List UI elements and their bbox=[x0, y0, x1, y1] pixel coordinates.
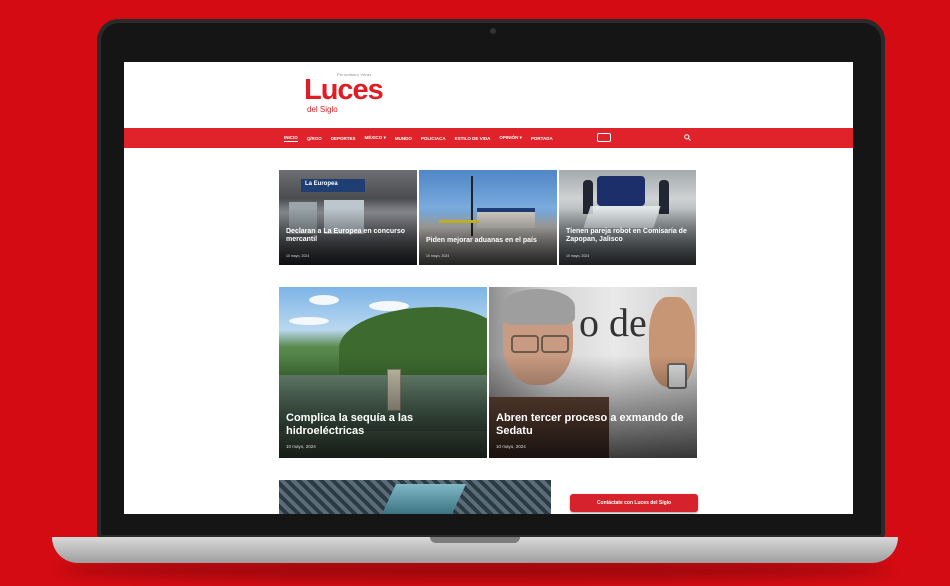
article-card[interactable]: La Europea Declaran a La Europea en conc… bbox=[279, 170, 417, 265]
article-date: 10 mayo, 2024 bbox=[496, 444, 526, 449]
background-text: o de bbox=[579, 300, 647, 345]
store-sign-text: La Europea bbox=[305, 181, 338, 187]
nav-item-mexico[interactable]: México ▾ bbox=[365, 135, 386, 141]
article-date: 10 mayo, 2024 bbox=[286, 254, 310, 258]
article-card[interactable]: Complica la sequía a las hidroeléctricas… bbox=[279, 287, 487, 458]
basket-icon[interactable] bbox=[597, 133, 611, 142]
article-date: 10 mayo, 2024 bbox=[566, 254, 590, 258]
camera-icon bbox=[490, 28, 496, 34]
site-logo[interactable]: Periodismo Veraz Luces del Siglo bbox=[304, 70, 394, 120]
laptop-shadow bbox=[60, 560, 890, 580]
main-nav: Inicio Q/Roo Deportes México ▾ Mundo Pol… bbox=[124, 128, 853, 148]
article-card[interactable] bbox=[279, 480, 551, 514]
nav-item-mundo[interactable]: Mundo bbox=[395, 136, 412, 141]
nav-item-estilo-de-vida[interactable]: Estilo de Vida bbox=[455, 136, 491, 141]
article-title[interactable]: Declaran a La Europea en concurso mercan… bbox=[286, 228, 411, 244]
nav-list: Inicio Q/Roo Deportes México ▾ Mundo Pol… bbox=[284, 128, 562, 148]
article-date: 10 mayo, 2024 bbox=[286, 444, 316, 449]
nav-item-qroo[interactable]: Q/Roo bbox=[307, 136, 322, 141]
nav-item-deportes[interactable]: Deportes bbox=[331, 136, 356, 141]
article-title[interactable]: Abren tercer proceso a exmando de Sedatu bbox=[496, 412, 691, 437]
article-title[interactable]: Piden mejorar aduanas en el país bbox=[426, 237, 551, 245]
site-header: Periodismo Veraz Luces del Siglo bbox=[124, 62, 853, 128]
article-image bbox=[279, 480, 551, 514]
article-title[interactable]: Complica la sequía a las hidroeléctricas bbox=[286, 412, 481, 437]
contact-button[interactable]: Contáctate con Luces del Siglo bbox=[570, 494, 698, 512]
nav-item-mexico-label: México bbox=[364, 135, 383, 140]
logo-wordmark: Luces bbox=[304, 74, 384, 106]
nav-item-inicio[interactable]: Inicio bbox=[284, 135, 298, 142]
logo-subtitle: del Siglo bbox=[307, 105, 338, 114]
browser-screen: Periodismo Veraz Luces del Siglo Inicio … bbox=[124, 62, 853, 514]
article-title[interactable]: Tienen pareja robot en Comisaría de Zapo… bbox=[566, 228, 690, 244]
article-card[interactable]: Piden mejorar aduanas en el país 10 mayo… bbox=[419, 170, 557, 265]
search-icon[interactable] bbox=[684, 134, 691, 141]
article-date: 10 mayo, 2024 bbox=[426, 254, 450, 258]
nav-item-opinion-label: Opinión bbox=[499, 135, 519, 140]
article-card[interactable]: o de Abren tercer proceso a exmando de S… bbox=[489, 287, 697, 458]
nav-item-opinion[interactable]: Opinión ▾ bbox=[499, 135, 522, 141]
nav-item-portada[interactable]: Portada bbox=[531, 136, 553, 141]
nav-item-policiaca[interactable]: Policiaca bbox=[421, 136, 446, 141]
article-card[interactable]: Tienen pareja robot en Comisaría de Zapo… bbox=[559, 170, 696, 265]
laptop-notch bbox=[430, 537, 520, 543]
